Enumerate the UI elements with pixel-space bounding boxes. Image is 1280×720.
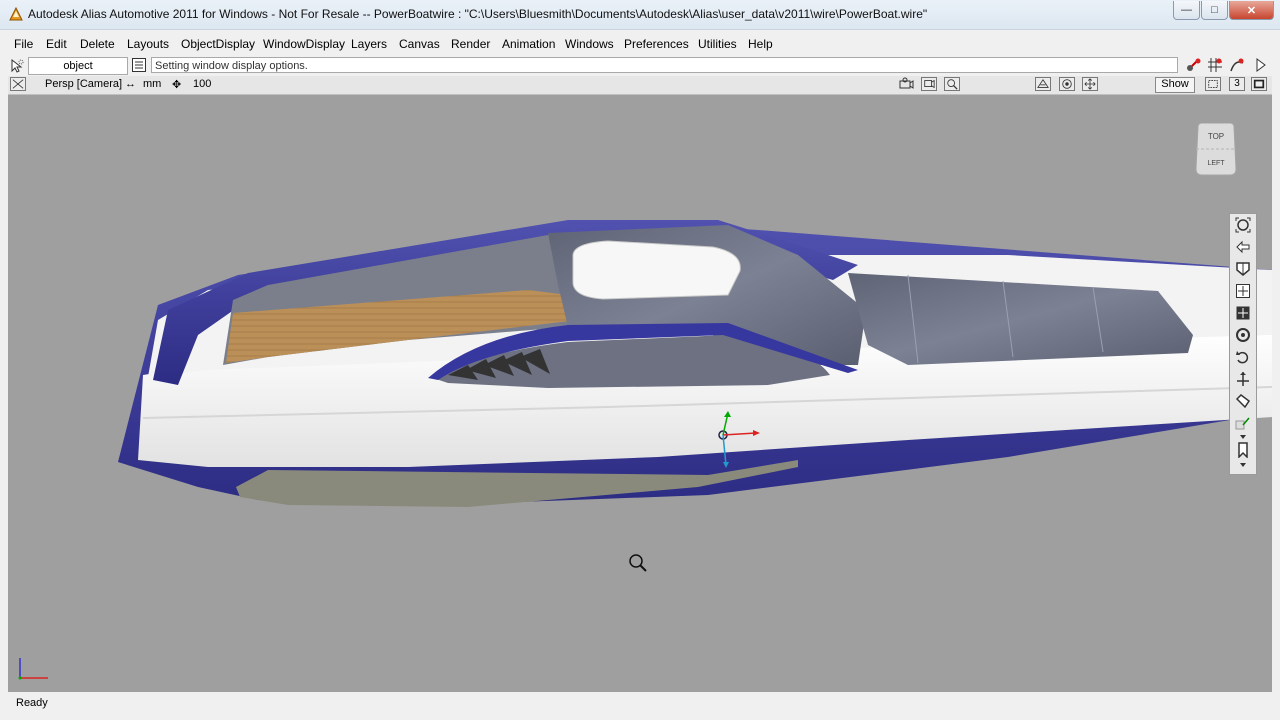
play-arrow-icon[interactable] <box>1252 56 1270 74</box>
title-bar: Autodesk Alias Automotive 2011 for Windo… <box>0 0 1280 30</box>
object-type-field[interactable]: object <box>28 57 128 75</box>
view-header: Persp [Camera] ↔ mm ✥ 100 Show 3 <box>8 76 1272 95</box>
prompt-message-line: Setting window display options. <box>151 57 1178 73</box>
menu-windowdisplay[interactable]: WindowDisplay <box>263 37 345 51</box>
menu-delete[interactable]: Delete <box>80 37 115 51</box>
camera-label[interactable]: Persp [Camera] <box>45 78 122 90</box>
layer-visibility-icon[interactable] <box>1235 415 1251 431</box>
tag-icon[interactable] <box>1235 393 1251 409</box>
show-button[interactable]: Show <box>1155 77 1195 93</box>
menu-preferences[interactable]: Preferences <box>624 37 689 51</box>
menu-layers[interactable]: Layers <box>351 37 387 51</box>
layout-number-box[interactable]: 3 <box>1229 77 1245 91</box>
pan-icon[interactable] <box>1235 371 1251 387</box>
window-title: Autodesk Alias Automotive 2011 for Windo… <box>28 7 928 21</box>
status-bar: Ready <box>0 694 1280 720</box>
look-at-icon[interactable] <box>1235 283 1251 299</box>
snap-grid-glyph-icon <box>1208 58 1222 72</box>
snap-curve-icon[interactable] <box>1228 56 1246 74</box>
zoom-cursor-handle <box>639 564 647 572</box>
minimize-icon: — <box>1181 4 1192 16</box>
helm-seat <box>572 240 741 300</box>
menu-render[interactable]: Render <box>451 37 490 51</box>
play-arrow-glyph-icon <box>1256 58 1266 72</box>
undo-view-icon[interactable] <box>1235 349 1251 365</box>
menu-animation[interactable]: Animation <box>502 37 555 51</box>
unit-label: mm <box>143 78 162 90</box>
previous-view-icon[interactable] <box>1235 239 1251 255</box>
close-icon: ✕ <box>1246 4 1257 17</box>
unit-arrow-icon: ↔ <box>125 78 136 90</box>
menu-windows[interactable]: Windows <box>565 37 614 51</box>
pick-tool-icon[interactable] <box>9 58 25 74</box>
view-perspective-icon[interactable] <box>1035 77 1051 91</box>
prompt-history-icon[interactable] <box>131 57 147 73</box>
status-text: Ready <box>16 697 48 709</box>
menu-help[interactable]: Help <box>748 37 773 51</box>
minimize-button[interactable]: — <box>1173 1 1200 20</box>
snap-point-icon[interactable] <box>1184 56 1202 74</box>
view-cube[interactable]: TOP LEFT <box>1194 123 1238 177</box>
grid-snap-icon: ✥ <box>172 79 182 91</box>
menu-file[interactable]: File <box>14 37 33 51</box>
axis-triad-origin <box>18 676 22 680</box>
bookmark-icon[interactable] <box>1235 442 1251 458</box>
snap-point-glyph-icon <box>1187 58 1201 71</box>
menu-bar: File Edit Delete Layouts ObjectDisplay W… <box>0 33 1280 55</box>
camera-zoom-icon[interactable] <box>944 77 960 91</box>
maximize-button[interactable]: □ <box>1201 1 1228 20</box>
view-move-icon[interactable] <box>1082 77 1098 91</box>
grid-value: 100 <box>193 78 212 90</box>
view-maximize-icon[interactable] <box>1251 77 1267 91</box>
perspective-viewport[interactable]: TOP LEFT <box>8 95 1272 692</box>
view-cube-left-label: LEFT <box>1207 160 1225 167</box>
camera-track-icon[interactable] <box>921 77 937 91</box>
alias-app-icon <box>9 6 23 21</box>
chevron-down-icon[interactable] <box>1235 434 1251 440</box>
camera-tumble-icon[interactable] <box>898 77 914 91</box>
view-shade-icon[interactable] <box>1059 77 1075 91</box>
orbit-icon[interactable] <box>1235 327 1251 343</box>
menu-canvas[interactable]: Canvas <box>399 37 440 51</box>
frame-all-icon[interactable] <box>1235 217 1251 233</box>
view-tools-palette <box>1229 213 1257 475</box>
chevron-down-icon[interactable] <box>1235 462 1251 468</box>
snap-curve-glyph-icon <box>1230 58 1244 72</box>
shield-view-icon[interactable] <box>1235 261 1251 277</box>
snap-grid-icon[interactable] <box>1206 56 1224 74</box>
close-button[interactable]: ✕ <box>1229 1 1274 20</box>
boat-model-canvas <box>18 220 1272 680</box>
maximize-icon: □ <box>1211 4 1218 16</box>
menu-layouts[interactable]: Layouts <box>127 37 169 51</box>
menu-edit[interactable]: Edit <box>46 37 67 51</box>
fit-selection-icon[interactable] <box>1235 305 1251 321</box>
menu-utilities[interactable]: Utilities <box>698 37 737 51</box>
view-grid-icon[interactable] <box>1205 77 1221 91</box>
view-close-icon[interactable] <box>10 77 26 91</box>
view-cube-top-label: TOP <box>1208 132 1224 141</box>
menu-objectdisplay[interactable]: ObjectDisplay <box>181 37 255 51</box>
